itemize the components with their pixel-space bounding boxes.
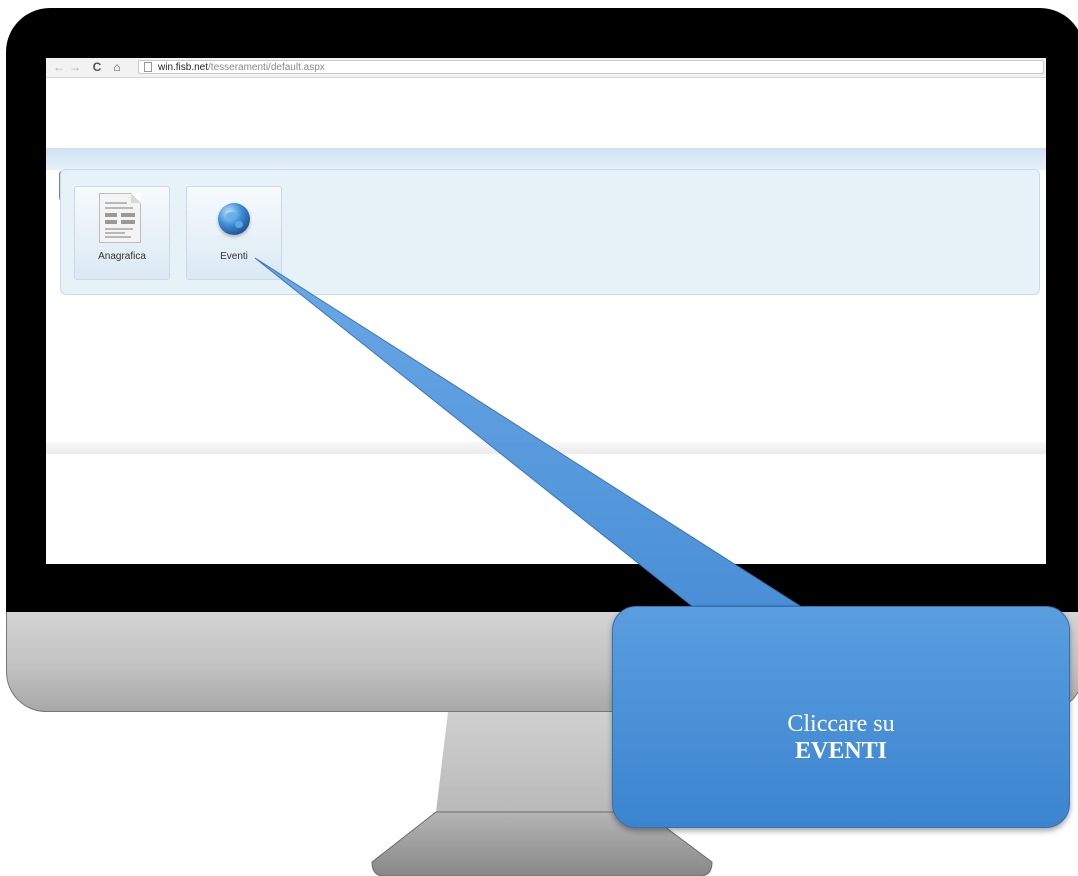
home-icon[interactable]: ⌂	[110, 60, 124, 75]
callout-instruction: Cliccare su	[787, 711, 895, 737]
browser-toolbar: ← → C ⌂ win.fisb.net/tesseramenti/defaul…	[46, 58, 1046, 78]
address-bar[interactable]: win.fisb.net/tesseramenti/default.aspx	[138, 60, 1044, 74]
tile-label-anagrafica: Anagrafica	[98, 251, 146, 262]
callout-box: Cliccare su EVENTI	[612, 606, 1070, 828]
tile-label-eventi: Eventi	[220, 251, 248, 262]
callout-text: Cliccare su EVENTI	[613, 711, 1069, 765]
url-path: /tesseramenti/default.aspx	[208, 62, 325, 73]
callout-target: EVENTI	[794, 738, 888, 764]
url-text: win.fisb.net/tesseramenti/default.aspx	[158, 61, 325, 75]
footer-band	[46, 442, 1046, 454]
tile-eventi[interactable]: Eventi	[186, 186, 282, 280]
tile-anagrafica[interactable]: Anagrafica	[74, 186, 170, 280]
forward-arrow-icon[interactable]: →	[68, 60, 82, 75]
browser-screen: ← → C ⌂ win.fisb.net/tesseramenti/defaul…	[46, 58, 1046, 564]
globe-icon	[218, 203, 250, 235]
header-band	[46, 148, 1046, 170]
reload-icon[interactable]: C	[90, 60, 104, 75]
url-domain: win.fisb.net	[158, 62, 209, 73]
page-icon	[144, 62, 152, 72]
back-arrow-icon[interactable]: ←	[52, 60, 66, 75]
document-icon	[99, 193, 141, 243]
